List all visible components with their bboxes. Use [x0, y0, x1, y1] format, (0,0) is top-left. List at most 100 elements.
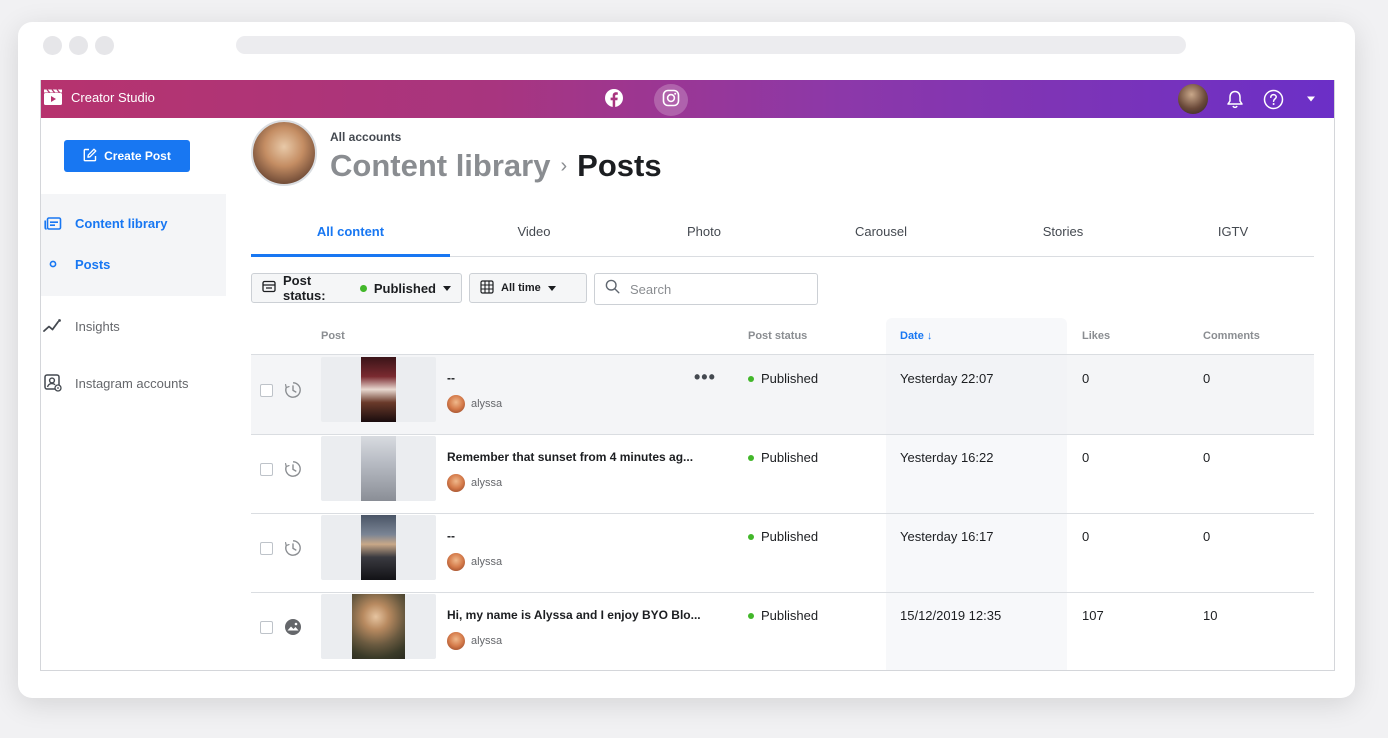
tab-video[interactable]: Video — [464, 206, 604, 256]
post-thumbnail[interactable] — [321, 436, 436, 501]
grid-calendar-icon — [480, 279, 494, 297]
sidebar-item-label: Posts — [75, 256, 111, 272]
instagram-icon — [662, 89, 680, 112]
column-header-post-status: Post status — [748, 330, 808, 342]
column-header-comments[interactable]: Comments — [1203, 330, 1260, 342]
window-maximize-dot[interactable] — [95, 36, 114, 55]
post-status-text: Published — [761, 450, 819, 465]
user-avatar[interactable] — [1178, 84, 1208, 114]
post-likes: 0 — [1082, 529, 1090, 544]
breadcrumb-separator: › — [560, 154, 568, 177]
post-title[interactable]: -- — [447, 371, 455, 385]
post-status-text: Published — [761, 371, 819, 386]
clapperboard-icon — [43, 88, 63, 106]
creator-studio-app: Creator Studio Create Post Content libra… — [40, 80, 1335, 671]
row-checkbox[interactable] — [260, 463, 273, 476]
cupcake-story-image — [361, 357, 396, 422]
time-range-value: All time — [501, 282, 541, 294]
row-checkbox[interactable] — [260, 621, 273, 634]
published-status-dot — [748, 375, 754, 382]
brand[interactable]: Creator Studio — [43, 88, 155, 106]
clock-icon — [283, 538, 303, 558]
top-right-controls — [1178, 84, 1322, 114]
sidebar-item-content-library[interactable]: Content library — [41, 211, 226, 235]
row-checkbox[interactable] — [260, 384, 273, 397]
post-date: 15/12/2019 12:35 — [900, 608, 1002, 623]
chevron-down-icon — [547, 285, 556, 291]
sidebar-item-instagram-accounts[interactable]: Instagram accounts — [41, 371, 226, 395]
author-avatar — [447, 553, 465, 571]
compose-icon — [83, 148, 97, 165]
account-avatar[interactable] — [251, 120, 317, 186]
author-avatar — [447, 395, 465, 413]
window-minimize-dot[interactable] — [69, 36, 88, 55]
tab-carousel[interactable]: Carousel — [811, 206, 951, 256]
window-controls — [43, 36, 114, 55]
post-date: Yesterday 16:22 — [900, 450, 994, 465]
chevron-down-icon — [443, 285, 451, 291]
author-name: alyssa — [471, 556, 503, 568]
column-header-post: Post — [321, 330, 345, 342]
window-close-dot[interactable] — [43, 36, 62, 55]
post-comments: 0 — [1203, 450, 1211, 465]
insights-icon — [43, 316, 63, 336]
search-box[interactable] — [594, 273, 818, 305]
account-selector-label[interactable]: All accounts — [330, 130, 401, 144]
author-avatar — [447, 474, 465, 492]
search-input[interactable] — [628, 280, 802, 298]
time-range-filter[interactable]: All time — [469, 273, 587, 303]
sidebar-item-posts[interactable]: Posts — [41, 252, 226, 276]
instagram-platform-button[interactable] — [654, 84, 688, 116]
published-status-dot — [748, 454, 754, 461]
post-title[interactable]: -- — [447, 529, 455, 543]
clock-icon — [283, 459, 303, 479]
sidebar-item-insights[interactable]: Insights — [41, 314, 226, 338]
sidebar-item-label: Insights — [75, 318, 120, 334]
table-row[interactable]: -- ••• alyssa Published Yesterday 22:07 … — [251, 355, 1314, 435]
create-post-button[interactable]: Create Post — [64, 140, 190, 172]
column-header-likes[interactable]: Likes — [1082, 330, 1110, 342]
post-likes: 107 — [1082, 608, 1104, 623]
author-name: alyssa — [471, 398, 503, 410]
post-comments: 10 — [1203, 608, 1218, 623]
sunset-story-image — [361, 436, 396, 501]
published-status-dot — [748, 612, 754, 619]
more-options-button[interactable]: ••• — [694, 367, 716, 388]
table-row[interactable]: -- alyssa Published Yesterday 16:17 0 0 — [251, 513, 1314, 593]
tab-igtv[interactable]: IGTV — [1163, 206, 1303, 256]
facebook-platform-button[interactable] — [597, 84, 631, 116]
notifications-bell-icon[interactable] — [1224, 88, 1246, 110]
post-thumbnail[interactable] — [321, 594, 436, 659]
clock-icon — [283, 380, 303, 400]
post-title[interactable]: Remember that sunset from 4 minutes ag..… — [447, 450, 693, 464]
help-icon[interactable] — [1262, 88, 1284, 110]
post-author: alyssa — [447, 395, 502, 413]
table-row[interactable]: Hi, my name is Alyssa and I enjoy BYO Bl… — [251, 592, 1314, 670]
post-status-value: Published — [373, 280, 436, 296]
tab-all-content[interactable]: All content — [251, 206, 450, 257]
post-status: Published — [748, 529, 818, 544]
tab-photo[interactable]: Photo — [634, 206, 774, 256]
author-name: alyssa — [471, 635, 503, 647]
instagram-accounts-icon — [43, 373, 63, 393]
content-tabs: All content Video Photo Carousel Stories… — [251, 206, 1314, 257]
post-status-label: Post status: — [283, 273, 326, 303]
column-header-date[interactable]: Date ↓ — [900, 330, 932, 342]
tab-stories[interactable]: Stories — [993, 206, 1133, 256]
table-row[interactable]: Remember that sunset from 4 minutes ag..… — [251, 434, 1314, 514]
address-bar[interactable] — [236, 36, 1186, 54]
author-name: alyssa — [471, 477, 503, 489]
post-comments: 0 — [1203, 371, 1211, 386]
account-menu-caret-icon[interactable] — [1300, 88, 1322, 110]
post-thumbnail[interactable] — [321, 357, 436, 422]
search-icon — [605, 279, 620, 299]
post-status-filter[interactable]: Post status: Published — [251, 273, 462, 303]
post-title[interactable]: Hi, my name is Alyssa and I enjoy BYO Bl… — [447, 608, 701, 622]
post-status: Published — [748, 608, 818, 623]
post-thumbnail[interactable] — [321, 515, 436, 580]
facebook-icon — [605, 88, 623, 112]
published-status-dot — [748, 533, 754, 540]
row-checkbox[interactable] — [260, 542, 273, 555]
page-title: Posts — [577, 148, 662, 183]
breadcrumb-content-library[interactable]: Content library — [330, 148, 550, 184]
